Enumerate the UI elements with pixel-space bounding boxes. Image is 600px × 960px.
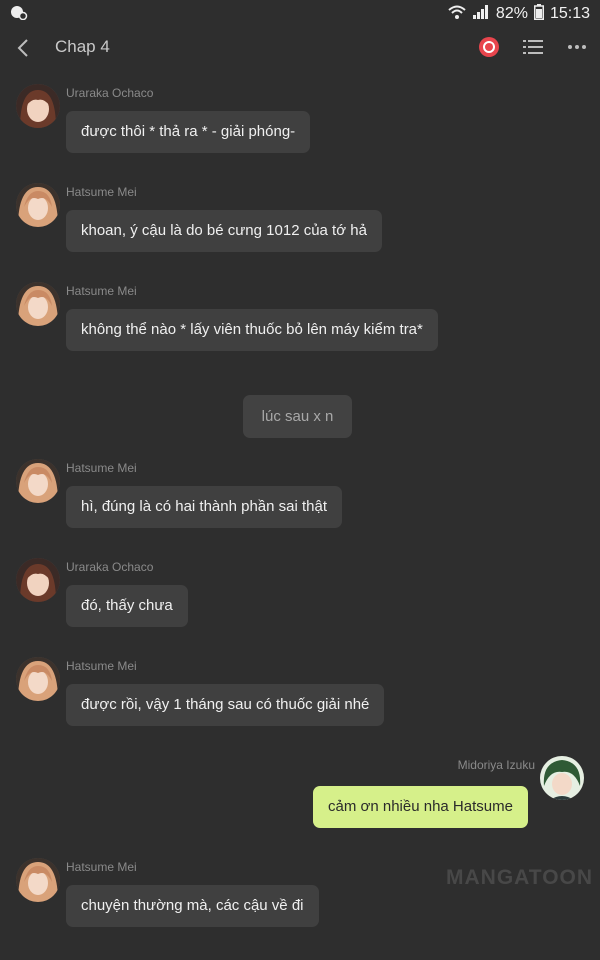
top-bar: Chap 4 bbox=[0, 28, 600, 68]
avatar bbox=[16, 858, 60, 902]
message-bubble: hì, đúng là có hai thành phần sai thật bbox=[66, 486, 343, 528]
avatar bbox=[540, 756, 584, 800]
more-icon bbox=[568, 45, 586, 49]
sender-name: Uraraka Ochaco bbox=[66, 560, 154, 574]
sender-name: Midoriya Izuku bbox=[457, 758, 535, 772]
battery-level: 82% bbox=[495, 5, 528, 22]
chevron-left-icon bbox=[17, 39, 28, 57]
chapter-list-button[interactable] bbox=[522, 34, 544, 60]
page-title: Chap 4 bbox=[55, 37, 110, 56]
message-bubble: được thôi * thả ra * - giải phóng- bbox=[66, 111, 311, 153]
record-button[interactable] bbox=[478, 34, 500, 60]
sender-name: Hatsume Mei bbox=[66, 284, 137, 298]
back-button[interactable] bbox=[8, 32, 38, 64]
avatar bbox=[16, 282, 60, 326]
notification-icon bbox=[10, 4, 28, 25]
wifi-icon bbox=[448, 4, 466, 25]
list-icon bbox=[523, 40, 543, 54]
message-bubble: khoan, ý cậu là do bé cưng 1012 của tớ h… bbox=[66, 210, 382, 252]
avatar bbox=[16, 558, 60, 602]
clock: 15:13 bbox=[549, 5, 590, 22]
more-button[interactable] bbox=[566, 34, 588, 60]
signal-icon bbox=[472, 4, 490, 25]
message-bubble: chuyện thường mà, các cậu về đi bbox=[66, 885, 319, 927]
status-bar: 82% 15:13 bbox=[0, 0, 600, 28]
avatar bbox=[16, 459, 60, 503]
sender-name: Hatsume Mei bbox=[66, 185, 137, 199]
sender-name: Hatsume Mei bbox=[66, 461, 137, 475]
message-bubble: được rồi, vậy 1 tháng sau có thuốc giải … bbox=[66, 684, 385, 726]
avatar bbox=[16, 183, 60, 227]
battery-icon bbox=[533, 3, 544, 25]
message-bubble: không thể nào * lấy viên thuốc bỏ lên má… bbox=[66, 309, 438, 351]
avatar bbox=[16, 84, 60, 128]
my-message-bubble: cảm ơn nhiều nha Hatsume bbox=[313, 786, 528, 828]
watermark-logo: MANGATOON bbox=[446, 866, 594, 889]
system-message: lúc sau x n bbox=[243, 395, 352, 438]
record-icon bbox=[479, 37, 499, 57]
message-bubble: đó, thấy chưa bbox=[66, 585, 188, 627]
avatar bbox=[16, 657, 60, 701]
sender-name: Hatsume Mei bbox=[66, 860, 137, 874]
sender-name: Hatsume Mei bbox=[66, 659, 137, 673]
sender-name: Uraraka Ochaco bbox=[66, 86, 154, 100]
